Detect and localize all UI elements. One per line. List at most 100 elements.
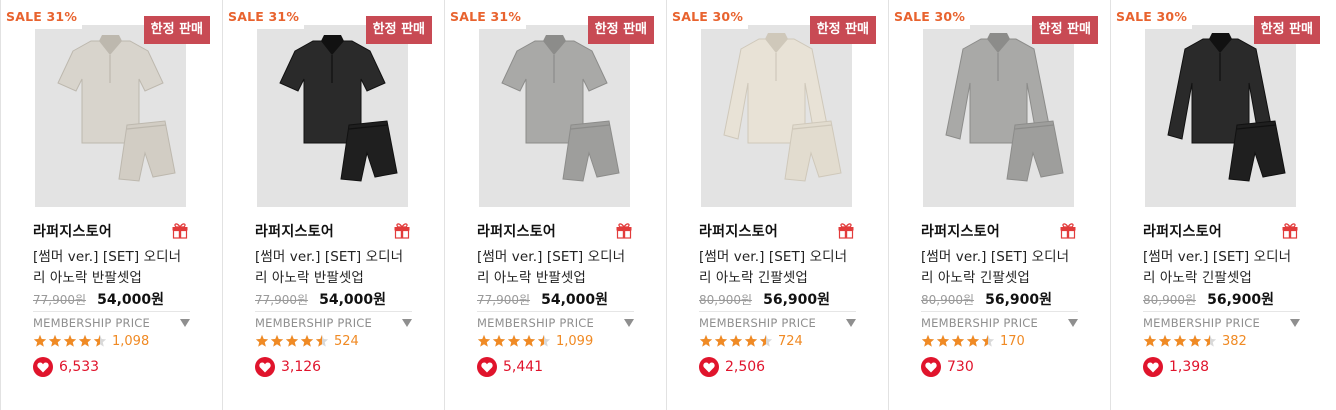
star-icon <box>285 334 299 347</box>
gift-icon[interactable] <box>393 221 411 239</box>
star-icon <box>1203 335 1210 347</box>
product-name[interactable]: [썸머 ver.] [SET] 오디너리 아노락 반팔셋업 <box>477 247 637 289</box>
star-icon <box>759 335 766 347</box>
clothing-photo <box>479 25 630 207</box>
product-card-5[interactable]: SALE 30% 한정 판매 라퍼지스토어 [썸머 ver.] [SET] 오디… <box>889 0 1111 410</box>
caret-down-icon[interactable] <box>846 319 856 327</box>
price-row: 77,900원 54,000원 <box>33 289 164 309</box>
heart-icon[interactable] <box>921 357 941 377</box>
star-icon <box>537 335 544 347</box>
gift-icon[interactable] <box>1281 221 1299 239</box>
star-icon <box>93 335 100 347</box>
product-card-4[interactable]: SALE 30% 한정 판매 라퍼지스토어 [썸머 ver.] [SET] 오디… <box>667 0 889 410</box>
membership-price-label[interactable]: MEMBERSHIP PRICE <box>1143 316 1260 330</box>
brand-name[interactable]: 라퍼지스토어 <box>477 221 556 241</box>
star-icons-filled <box>33 334 100 349</box>
caret-down-icon[interactable] <box>1068 319 1078 327</box>
sale-badge: SALE 30% <box>667 4 749 29</box>
product-card-1[interactable]: SALE 31% 한정 판매 라퍼지스토어 [썸머 ver.] [SET] 오디… <box>0 0 223 410</box>
rating-stars <box>699 334 773 349</box>
caret-down-icon[interactable] <box>180 319 190 327</box>
clothing-photo <box>35 25 186 207</box>
like-area[interactable]: 730 <box>921 357 974 377</box>
heart-icon[interactable] <box>255 357 275 377</box>
clothing-photo <box>923 25 1074 207</box>
like-area[interactable]: 6,533 <box>33 357 99 377</box>
heart-icon[interactable] <box>33 357 53 377</box>
rating-stars <box>921 334 995 349</box>
product-name[interactable]: [썸머 ver.] [SET] 오디너리 아노락 긴팔셋업 <box>699 247 859 289</box>
star-icon <box>981 335 988 347</box>
divider <box>477 311 634 312</box>
star-icon <box>492 334 506 347</box>
brand-name[interactable]: 라퍼지스토어 <box>1143 221 1222 241</box>
rating: 170 <box>921 334 1025 349</box>
original-price: 77,900원 <box>255 293 309 307</box>
star-icon <box>729 334 743 347</box>
original-price: 80,900원 <box>699 293 753 307</box>
heart-icon[interactable] <box>1143 357 1163 377</box>
star-icon <box>255 334 269 347</box>
star-icons-filled <box>1143 334 1210 349</box>
caret-down-icon[interactable] <box>402 319 412 327</box>
product-image[interactable] <box>701 25 852 207</box>
star-icon <box>507 334 521 347</box>
membership-price-label[interactable]: MEMBERSHIP PRICE <box>33 316 150 330</box>
gift-icon[interactable] <box>615 221 633 239</box>
product-card-3[interactable]: SALE 31% 한정 판매 라퍼지스토어 [썸머 ver.] [SET] 오디… <box>445 0 667 410</box>
like-area[interactable]: 5,441 <box>477 357 543 377</box>
product-image[interactable] <box>1145 25 1296 207</box>
product-name[interactable]: [썸머 ver.] [SET] 오디너리 아노락 긴팔셋업 <box>1143 247 1303 289</box>
clothing-photo <box>1145 25 1296 207</box>
brand-name[interactable]: 라퍼지스토어 <box>255 221 334 241</box>
brand-name[interactable]: 라퍼지스토어 <box>921 221 1000 241</box>
like-area[interactable]: 3,126 <box>255 357 321 377</box>
membership-price-label[interactable]: MEMBERSHIP PRICE <box>921 316 1038 330</box>
gift-icon[interactable] <box>837 221 855 239</box>
original-price: 77,900원 <box>477 293 531 307</box>
rating-stars <box>1143 334 1217 349</box>
product-name[interactable]: [썸머 ver.] [SET] 오디너리 아노락 반팔셋업 <box>33 247 193 289</box>
like-count: 5,441 <box>503 359 544 375</box>
sale-badge: SALE 30% <box>889 4 971 29</box>
star-icon <box>78 334 92 347</box>
divider <box>699 311 856 312</box>
heart-icon[interactable] <box>699 357 719 377</box>
star-icon <box>477 334 491 347</box>
product-card-6[interactable]: SALE 30% 한정 판매 라퍼지스토어 [썸머 ver.] [SET] 오디… <box>1111 0 1332 410</box>
product-card-2[interactable]: SALE 31% 한정 판매 라퍼지스토어 [썸머 ver.] [SET] 오디… <box>223 0 445 410</box>
membership-price-label[interactable]: MEMBERSHIP PRICE <box>255 316 372 330</box>
limited-badge: 한정 판매 <box>1253 16 1320 44</box>
product-image[interactable] <box>923 25 1074 207</box>
membership-price-label[interactable]: MEMBERSHIP PRICE <box>699 316 816 330</box>
limited-badge: 한정 판매 <box>1031 16 1098 44</box>
sale-badge: SALE 31% <box>445 4 527 29</box>
product-name[interactable]: [썸머 ver.] [SET] 오디너리 아노락 반팔셋업 <box>255 247 415 289</box>
membership-price-label[interactable]: MEMBERSHIP PRICE <box>477 316 594 330</box>
star-icon <box>1143 334 1157 347</box>
star-icon <box>63 334 77 347</box>
brand-name[interactable]: 라퍼지스토어 <box>699 221 778 241</box>
like-area[interactable]: 1,398 <box>1143 357 1209 377</box>
gift-icon[interactable] <box>1059 221 1077 239</box>
sale-badge: SALE 31% <box>223 4 305 29</box>
gift-icon[interactable] <box>171 221 189 239</box>
product-name[interactable]: [썸머 ver.] [SET] 오디너리 아노락 긴팔셋업 <box>921 247 1081 289</box>
star-icon <box>270 334 284 347</box>
sale-price: 54,000원 <box>97 292 165 308</box>
star-icon <box>744 334 758 347</box>
brand-name[interactable]: 라퍼지스토어 <box>33 221 112 241</box>
star-icons-filled <box>255 334 322 349</box>
product-image[interactable] <box>35 25 186 207</box>
price-row: 80,900원 56,900원 <box>1143 289 1274 309</box>
sale-price: 56,900원 <box>1207 292 1275 308</box>
sale-price: 56,900원 <box>763 292 831 308</box>
sale-price: 56,900원 <box>985 292 1053 308</box>
heart-icon[interactable] <box>477 357 497 377</box>
caret-down-icon[interactable] <box>624 319 634 327</box>
caret-down-icon[interactable] <box>1290 319 1300 327</box>
product-image[interactable] <box>479 25 630 207</box>
like-area[interactable]: 2,506 <box>699 357 765 377</box>
star-icon <box>714 334 728 347</box>
product-image[interactable] <box>257 25 408 207</box>
